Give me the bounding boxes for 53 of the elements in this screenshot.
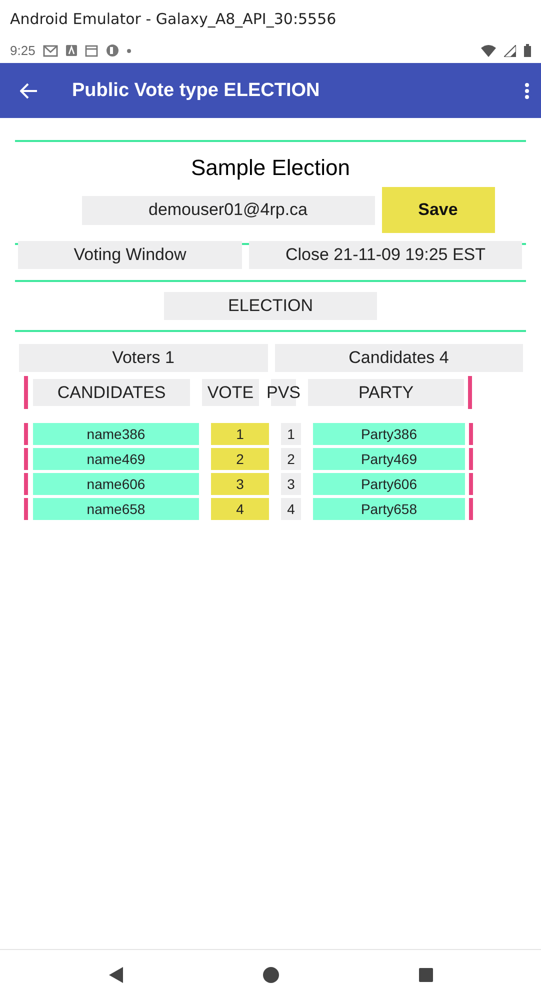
candidate-cell: name658: [33, 498, 199, 520]
candidates-count: Candidates 4: [274, 344, 523, 372]
back-icon[interactable]: [108, 967, 122, 983]
party-cell: Party606: [313, 473, 465, 495]
accent-bar: [24, 423, 28, 445]
vote-cell: 3: [211, 473, 269, 495]
signal-icon: [504, 44, 516, 56]
vote-cell: 1: [211, 423, 269, 445]
back-arrow-icon[interactable]: [20, 82, 38, 98]
accent-bar: [24, 498, 28, 520]
more-options-icon[interactable]: [525, 82, 529, 98]
accent-bar: [469, 448, 473, 470]
window-title: Android Emulator - Galaxy_A8_API_30:5556: [10, 10, 336, 28]
party-cell: Party469: [313, 448, 465, 470]
accent-bar: [468, 376, 472, 409]
recents-icon[interactable]: [418, 968, 432, 982]
app-icon: [66, 45, 78, 56]
candidate-cell: name606: [33, 473, 199, 495]
status-time: 9:25: [10, 43, 36, 58]
close-time-label: Close 21-11-09 19:25 EST: [249, 241, 522, 269]
wifi-icon: [481, 44, 496, 56]
pvs-cell: 4: [281, 498, 301, 520]
accent-bar: [24, 448, 28, 470]
pvs-cell: 3: [281, 473, 301, 495]
accent-bar: [469, 423, 473, 445]
election-title: Sample Election: [190, 155, 351, 181]
home-icon[interactable]: [262, 967, 278, 983]
party-cell: Party386: [313, 423, 465, 445]
column-header: PARTY: [308, 379, 464, 406]
column-header: VOTE: [202, 379, 259, 406]
dot-icon: [127, 48, 132, 52]
voters-count: Voters 1: [19, 344, 268, 372]
vote-cell: 4: [211, 498, 269, 520]
candidate-cell: name469: [33, 448, 199, 470]
battery-icon: [524, 44, 531, 57]
voting-window-label: Voting Window: [18, 241, 242, 269]
accent-bar: [24, 473, 28, 495]
column-header: CANDIDATES: [33, 379, 190, 406]
accent-bar: [469, 498, 473, 520]
email-field: demouser01@4rp.ca: [82, 196, 374, 224]
save-button[interactable]: Save: [382, 187, 494, 233]
accent-bar: [469, 473, 473, 495]
mail-icon: [43, 44, 58, 56]
pvs-cell: 2: [281, 448, 301, 470]
app-bar-title: Public Vote type ELECTION: [72, 80, 321, 102]
pvs-cell: 1: [281, 423, 301, 445]
vote-cell: 2: [211, 448, 269, 470]
calendar-icon: [85, 44, 98, 56]
candidate-cell: name386: [33, 423, 199, 445]
circle-icon: [106, 44, 120, 57]
accent-bar: [24, 376, 28, 409]
party-cell: Party658: [313, 498, 465, 520]
vote-type-label: ELECTION: [164, 292, 377, 320]
